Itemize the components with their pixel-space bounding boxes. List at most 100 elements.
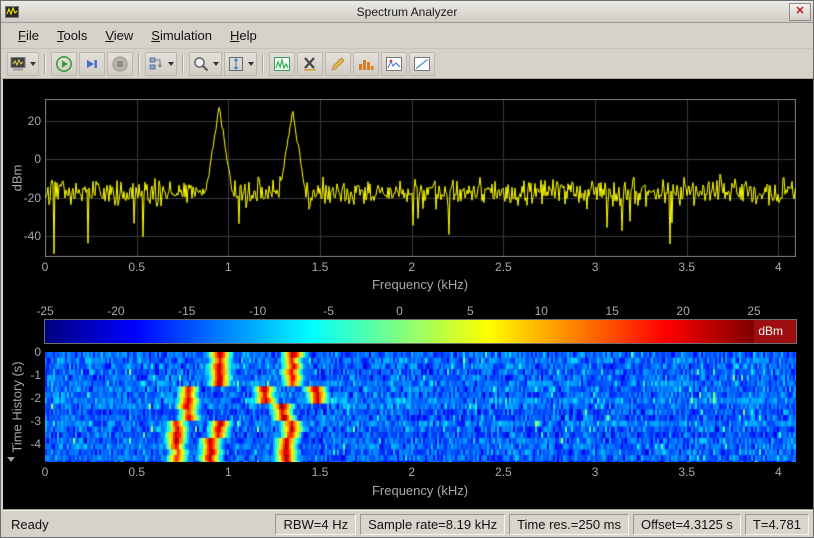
run-button[interactable] xyxy=(51,52,77,76)
toolbar-separator xyxy=(44,54,46,74)
colorbar-tick-label: 5 xyxy=(467,304,474,318)
stop-button[interactable] xyxy=(107,52,133,76)
spectrum-canvas[interactable] xyxy=(45,99,796,257)
run-icon xyxy=(55,55,73,73)
stop-icon xyxy=(111,55,129,73)
x-cursors-icon xyxy=(301,56,319,72)
spectrogram-x-tick-label: 2.5 xyxy=(495,465,512,479)
window-icon xyxy=(5,6,19,18)
close-icon: ✕ xyxy=(795,5,804,17)
spectrum-x-tick-label: 3.5 xyxy=(678,260,695,274)
peak-chart-icon xyxy=(385,56,403,72)
spectrum-x-tick-label: 0 xyxy=(42,260,49,274)
status-bar: Ready RBW=4 Hz Sample rate=8.19 kHz Time… xyxy=(3,510,813,538)
spectrum-x-tick-label: 2.5 xyxy=(495,260,512,274)
magnifier-icon xyxy=(192,55,210,73)
spectrogram-ylabel: Time History (s) xyxy=(10,361,25,452)
toolbar-separator xyxy=(182,54,184,74)
title-bar[interactable]: Spectrum Analyzer ✕ xyxy=(1,1,813,23)
time-history-scroll-down-icon[interactable] xyxy=(7,457,15,462)
close-button[interactable]: ✕ xyxy=(789,3,811,21)
spectrum-x-tick-label: 1.5 xyxy=(312,260,329,274)
spectrogram-x-tick-label: 3 xyxy=(592,465,599,479)
spectrum-x-tick-label: 3 xyxy=(592,260,599,274)
spectrogram-x-tick-label: 0.5 xyxy=(128,465,145,479)
spectrum-y-tick-label: 0 xyxy=(34,152,41,166)
spectrogram-x-tick-label: 2 xyxy=(408,465,415,479)
colorbar-tick-label: 25 xyxy=(747,304,760,318)
spectrum-y-tick-label: 20 xyxy=(28,114,41,128)
toolbar-separator xyxy=(262,54,264,74)
step-forward-icon xyxy=(83,55,101,73)
colorbar-tick-label: -10 xyxy=(249,304,266,318)
colorbar-canvas xyxy=(45,320,796,343)
colorbar-tick-label: 15 xyxy=(606,304,619,318)
spectrogram-x-tick-label: 4 xyxy=(775,465,782,479)
step-forward-button[interactable] xyxy=(79,52,105,76)
toolbar-separator xyxy=(138,54,140,74)
sloped-line-icon xyxy=(413,56,431,72)
colorbar-tick-label: -15 xyxy=(178,304,195,318)
window-title: Spectrum Analyzer xyxy=(1,5,813,19)
spectrum-x-tick-label: 2 xyxy=(408,260,415,274)
toolbar xyxy=(1,49,813,79)
spectrogram-x-tick-label: 1.5 xyxy=(312,465,329,479)
spectrogram-x-tick-label: 1 xyxy=(225,465,232,479)
spectrum-ylabel: dBm xyxy=(10,165,25,192)
spectrum-xlabel: Frequency (kHz) xyxy=(372,277,468,292)
menu-view[interactable]: View xyxy=(96,25,142,46)
colorbar-tick-label: 20 xyxy=(676,304,689,318)
menu-file[interactable]: File xyxy=(9,25,48,46)
status-ready: Ready xyxy=(3,517,275,532)
spectrogram-canvas[interactable] xyxy=(45,352,796,462)
status-rbw: RBW=4 Hz xyxy=(275,514,356,535)
zoom-button[interactable] xyxy=(189,52,222,76)
status-time-res: Time res.=250 ms xyxy=(509,514,629,535)
menu-help[interactable]: Help xyxy=(221,25,266,46)
spectrogram-x-tick-label: 0 xyxy=(42,465,49,479)
menu-tools[interactable]: Tools xyxy=(48,25,96,46)
spectrogram-xlabel: Frequency (kHz) xyxy=(372,483,468,498)
menu-bar: File Tools View Simulation Help xyxy=(1,23,813,49)
scope-settings-icon xyxy=(10,56,27,72)
status-offset: Offset=4.3125 s xyxy=(633,514,741,535)
colorbar-tick-label: 10 xyxy=(535,304,548,318)
dropdown-caret-icon xyxy=(248,62,254,66)
cursor-measurements-button[interactable] xyxy=(297,52,323,76)
colorbar-tick-label: -5 xyxy=(323,304,334,318)
colorbar-tick-label: -25 xyxy=(36,304,53,318)
channel-bars-icon xyxy=(357,56,375,72)
simulation-stepping-button[interactable] xyxy=(145,52,177,76)
dropdown-caret-icon xyxy=(30,62,36,66)
dropdown-caret-icon xyxy=(213,62,219,66)
spectrum-settings-button[interactable] xyxy=(269,52,295,76)
scope-settings-button[interactable] xyxy=(7,52,39,76)
status-sample-rate: Sample rate=8.19 kHz xyxy=(360,514,505,535)
span-button[interactable] xyxy=(224,52,257,76)
spectrogram-y-tick-label: -3 xyxy=(30,414,41,428)
stepping-options-icon xyxy=(148,56,165,72)
spectrogram-y-tick-label: -4 xyxy=(30,437,41,451)
spectrum-x-tick-label: 0.5 xyxy=(128,260,145,274)
colorbar-tick-label: 0 xyxy=(396,304,403,318)
status-sim-time: T=4.781 xyxy=(745,514,809,535)
spectrogram-x-tick-label: 3.5 xyxy=(678,465,695,479)
spectrum-y-tick-label: -40 xyxy=(24,229,41,243)
pencil-icon xyxy=(329,55,347,73)
spectrogram-y-tick-label: -2 xyxy=(30,391,41,405)
distortion-measurements-button[interactable] xyxy=(409,52,435,76)
annotation-button[interactable] xyxy=(325,52,351,76)
spectrum-x-tick-label: 1 xyxy=(225,260,232,274)
plot-area: dBm Frequency (kHz) dBm Time History (s)… xyxy=(3,79,813,509)
fit-to-view-icon xyxy=(227,55,245,73)
menu-simulation[interactable]: Simulation xyxy=(142,25,221,46)
spectrum-x-tick-label: 4 xyxy=(775,260,782,274)
channel-measurements-button[interactable] xyxy=(353,52,379,76)
spectrogram-y-tick-label: 0 xyxy=(34,345,41,359)
colorbar-tick-label: -20 xyxy=(107,304,124,318)
spectrogram-y-tick-label: -1 xyxy=(30,368,41,382)
colorbar-unit-label: dBm xyxy=(758,320,783,343)
peak-finder-button[interactable] xyxy=(381,52,407,76)
spectrum-analyzer-window: Spectrum Analyzer ✕ File Tools View Simu… xyxy=(0,0,814,538)
spectrum-y-tick-label: -20 xyxy=(24,191,41,205)
